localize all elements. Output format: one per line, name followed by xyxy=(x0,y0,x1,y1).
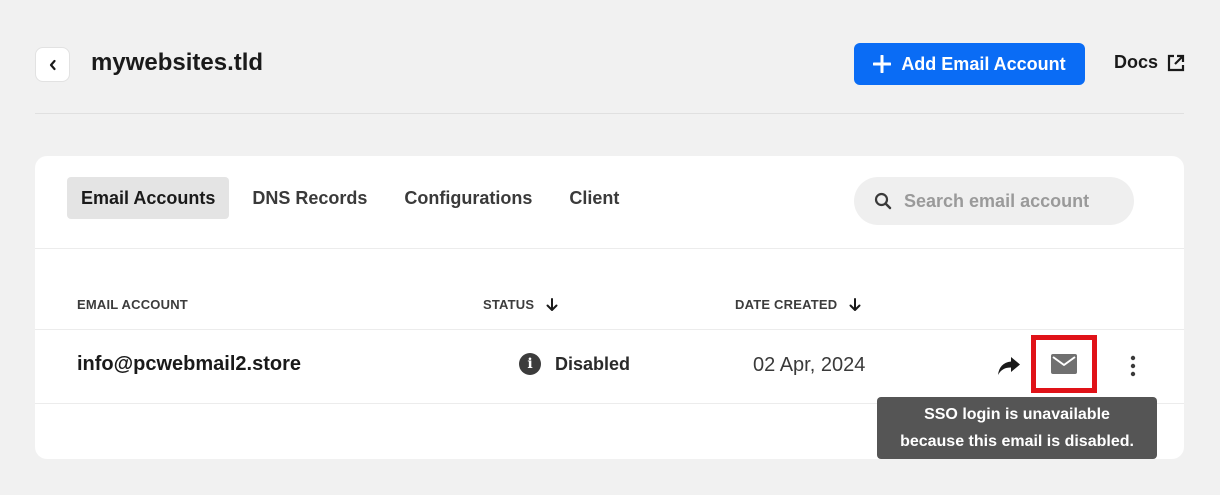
external-link-icon xyxy=(1167,54,1185,71)
email-account-cell: info@pcwebmail2.store xyxy=(77,353,301,375)
more-options-button[interactable] xyxy=(1123,353,1143,379)
header-divider xyxy=(35,113,1184,114)
docs-link[interactable]: Docs xyxy=(1114,52,1186,73)
tooltip-line-1: SSO login is unavailable xyxy=(924,406,1110,423)
mail-icon xyxy=(1051,354,1077,374)
column-header-label: STATUS xyxy=(483,297,535,312)
add-email-account-button[interactable]: Add Email Account xyxy=(854,43,1085,85)
back-button[interactable] xyxy=(35,47,70,82)
column-header-date-created[interactable]: DATE CREATED xyxy=(735,297,861,312)
status-cell: i Disabled xyxy=(519,353,630,375)
column-header-label: DATE CREATED xyxy=(735,297,838,312)
column-header-email-account[interactable]: EMAIL ACCOUNT xyxy=(77,297,188,312)
search-box xyxy=(854,177,1134,225)
tab-dns-records[interactable]: DNS Records xyxy=(238,177,381,219)
docs-label: Docs xyxy=(1114,52,1159,72)
sort-arrow-icon xyxy=(849,297,861,311)
info-icon: i xyxy=(519,353,541,375)
search-icon xyxy=(874,192,892,210)
forward-button[interactable] xyxy=(995,352,1023,380)
tab-bar: Email Accounts DNS Records Configuration… xyxy=(67,177,642,219)
chevron-left-icon xyxy=(49,59,56,70)
search-input[interactable] xyxy=(904,190,1124,212)
plus-icon xyxy=(873,55,892,73)
sort-arrow-icon xyxy=(546,297,558,311)
tab-configurations[interactable]: Configurations xyxy=(390,177,546,219)
share-arrow-icon xyxy=(998,357,1020,375)
page-title: mywebsites.tld xyxy=(91,49,264,76)
column-header-label: EMAIL ACCOUNT xyxy=(77,297,188,312)
column-header-status[interactable]: STATUS xyxy=(483,297,558,312)
tabs-divider xyxy=(35,248,1184,249)
more-vertical-icon xyxy=(1130,355,1136,377)
date-created-cell: 02 Apr, 2024 xyxy=(753,354,866,376)
status-label: Disabled xyxy=(555,353,631,374)
tooltip-line-2: because this email is disabled. xyxy=(900,433,1134,450)
table-header-divider xyxy=(35,329,1184,330)
add-email-account-label: Add Email Account xyxy=(901,53,1066,74)
sso-login-button[interactable] xyxy=(1031,335,1097,393)
sso-tooltip: SSO login is unavailable because this em… xyxy=(877,397,1157,459)
tab-email-accounts[interactable]: Email Accounts xyxy=(67,177,230,219)
tab-client[interactable]: Client xyxy=(555,177,633,219)
